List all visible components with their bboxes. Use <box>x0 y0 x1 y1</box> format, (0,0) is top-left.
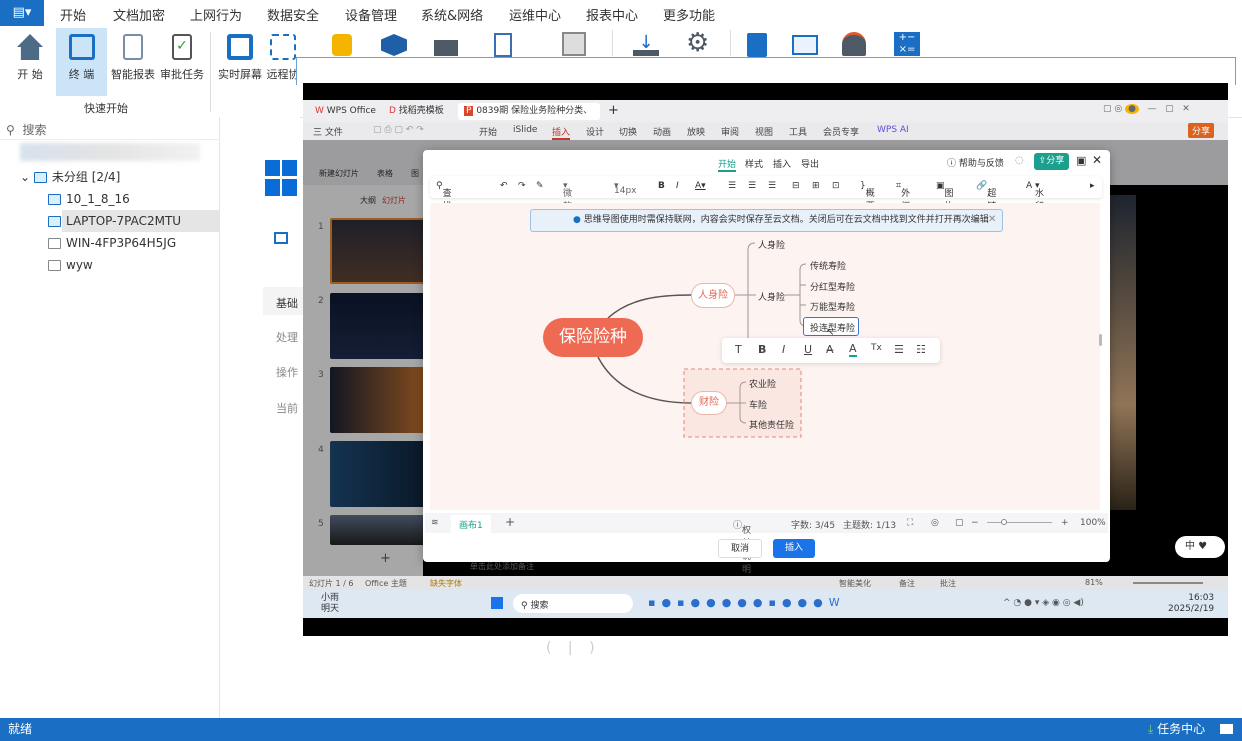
italic-icon[interactable]: I <box>782 343 785 356</box>
numbered-list-icon[interactable]: ☷ <box>916 343 926 356</box>
zoom-out-icon[interactable]: − <box>971 518 979 528</box>
mindmap-node[interactable]: 农业险 <box>749 377 776 390</box>
dialog-bottom-bar: ≋ 画布1 + ⓘ 权益说明 字数: 3/45 主题数: 1/13 ⛶ ◎ ▢ … <box>425 513 1108 575</box>
mindmap-node[interactable]: 车险 <box>749 398 767 411</box>
locate-icon[interactable]: ◎ <box>931 518 939 528</box>
fit-icon[interactable]: ▢ <box>955 518 964 528</box>
word-count: 字数: 3/45 <box>791 521 836 531</box>
mindmap-node[interactable]: 万能型寿险 <box>810 300 855 313</box>
underline-icon[interactable]: U <box>804 343 812 356</box>
strikethrough-icon[interactable]: A̶ <box>826 343 834 356</box>
mindmap-node[interactable]: 分红型寿险 <box>810 280 855 293</box>
connector-root-person <box>607 294 692 319</box>
text-format-toolbar: T B I U A̶ A Tx ☰ ☷ <box>722 338 940 363</box>
mindmap-connectors <box>597 242 807 438</box>
download-icon: ⤓ <box>1148 722 1158 736</box>
task-center-button[interactable]: ⤓ 任务中心 <box>1148 718 1205 741</box>
message-icon[interactable] <box>1220 724 1233 734</box>
statusbar: 就绪 ⤓ 任务中心 <box>0 718 1242 741</box>
zoom-in-icon[interactable]: + <box>1061 518 1069 528</box>
mindmap-node[interactable]: 其他责任险 <box>749 418 794 431</box>
clear-format-icon[interactable]: Tx <box>871 343 882 353</box>
mindmap-node[interactable]: 传统寿险 <box>810 259 846 272</box>
layers-icon[interactable]: ≋ <box>431 518 439 528</box>
text-style-icon[interactable]: T <box>735 343 742 356</box>
canvas-tab[interactable]: 画布1 <box>451 515 491 534</box>
mindmap-node[interactable]: 人身险 <box>691 283 735 308</box>
connector-root-property <box>597 356 692 404</box>
rights-link[interactable]: ⓘ 权益说明 <box>733 518 751 575</box>
status-text: 就绪 <box>8 722 33 736</box>
zoom-slider-handle[interactable] <box>1001 519 1007 525</box>
zoom-percent: 100% <box>1080 518 1106 528</box>
loading-indicator: ( | ) <box>546 640 601 656</box>
mindmap-node[interactable]: 财险 <box>691 391 727 415</box>
text-color-icon[interactable]: A <box>849 343 857 357</box>
mindmap-node[interactable]: 人身险 <box>758 238 785 251</box>
mindmap-node[interactable]: 人身险 <box>758 290 785 303</box>
insert-button[interactable]: 插入 <box>773 539 815 558</box>
add-canvas-icon[interactable]: + <box>505 515 515 529</box>
bold-icon[interactable]: B <box>758 343 766 356</box>
cancel-button[interactable]: 取消 <box>718 539 762 558</box>
mindmap-root-node[interactable]: 保险险种 <box>543 318 643 357</box>
mouse-cursor-icon: ↖ <box>826 327 835 338</box>
zoom-slider[interactable] <box>987 522 1052 523</box>
fullscreen-icon[interactable]: ⛶ <box>907 518 913 528</box>
topic-count: 主题数: 1/13 <box>843 521 897 531</box>
bullet-list-icon[interactable]: ☰ <box>894 343 904 356</box>
